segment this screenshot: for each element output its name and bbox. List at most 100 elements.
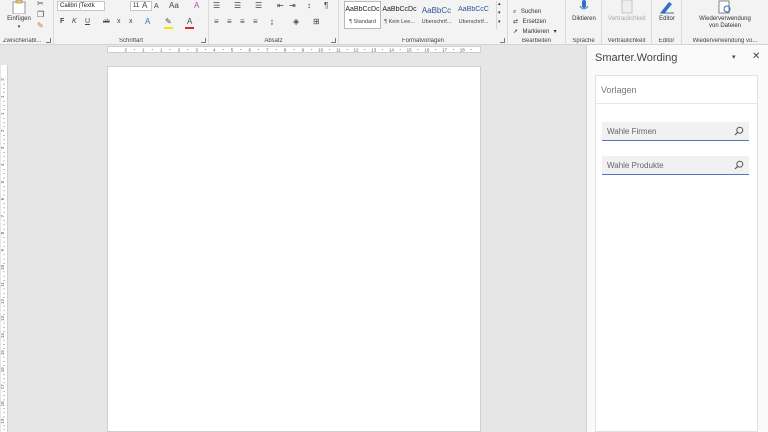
ruler-tick-label: 5	[231, 48, 234, 53]
ruler-tick-label: 15	[1, 350, 5, 356]
pane-options-icon[interactable]: ▾	[732, 53, 736, 61]
products-search-placeholder: Wahle Produkte	[607, 161, 664, 170]
ruler-tick-mark	[3, 297, 5, 298]
style-heading-2[interactable]: AaBbCcC Überschrif...	[455, 1, 492, 29]
select-dropdown-icon: ▾	[553, 29, 557, 35]
sensitivity-group-label: Vertraulichkeit	[607, 38, 646, 44]
horizontal-ruler[interactable]: 2 1 1 2 3 4 5 6 7 8 9 10 11 12 13 14 15 16 17 18	[107, 46, 481, 53]
shrink-font-icon[interactable]: A	[154, 3, 159, 11]
styles-down-icon[interactable]: ▾	[498, 10, 501, 16]
bullets-icon[interactable]: ☰	[213, 2, 220, 10]
clipboard-launcher-icon[interactable]	[46, 38, 51, 43]
style-sample: AaBbCcC	[458, 6, 489, 13]
paste-dropdown-icon[interactable]: ▾	[4, 24, 34, 30]
ruler-tick-label: 6	[1, 197, 5, 200]
vertical-ruler[interactable]: 2112345678910111213141516171819	[1, 65, 8, 432]
superscript-icon[interactable]: x	[129, 18, 133, 26]
show-formatting-icon[interactable]: ¶	[324, 2, 328, 10]
editor-label: Editor	[659, 16, 675, 22]
clear-format-icon[interactable]: A	[194, 2, 199, 10]
ruler-tick-mark	[3, 152, 5, 153]
search-icon[interactable]	[734, 160, 744, 170]
subscript-icon[interactable]: x	[117, 18, 121, 26]
ruler-tick-mark	[240, 49, 242, 50]
ruler-tick-label: 12	[1, 298, 5, 304]
ruler-tick-label: 1	[1, 112, 5, 115]
editor-button[interactable]: Editor	[652, 0, 682, 34]
ruler-tick-mark	[3, 258, 5, 260]
multilevel-list-icon[interactable]: ☰	[255, 2, 262, 10]
ruler-tick-label: 4	[1, 163, 5, 166]
sensitivity-button[interactable]: Vertraulichkeit	[602, 0, 652, 34]
borders-icon[interactable]: ⊞	[313, 18, 320, 26]
paragraph-launcher-icon[interactable]	[331, 38, 336, 43]
style-name: ¶ Standard	[349, 19, 376, 25]
change-case-icon[interactable]: Aa	[169, 2, 179, 10]
styles-up-icon[interactable]: ▴	[498, 1, 501, 7]
justify-icon[interactable]: ≡	[253, 18, 258, 26]
bold-icon[interactable]: F	[60, 18, 64, 26]
ruler-tick-mark	[3, 382, 5, 384]
style-sample: AaBbCcDc	[345, 6, 380, 13]
ruler-tick-mark	[3, 361, 5, 362]
paste-button[interactable]: Einfügen ▾	[4, 0, 34, 34]
font-color-icon[interactable]: A	[187, 18, 192, 26]
style-no-spacing[interactable]: AaBbCcDc ¶ Kein Lee...	[381, 1, 418, 29]
ruler-tick-label: 14	[389, 48, 395, 53]
ruler-tick-label: 8	[1, 231, 5, 234]
microphone-icon	[579, 0, 589, 10]
align-right-icon[interactable]: ≡	[240, 18, 245, 26]
style-heading-1[interactable]: AaBbCc Überschrif...	[418, 1, 455, 29]
underline-icon[interactable]: U	[85, 18, 90, 26]
pane-close-icon[interactable]: ✕	[752, 51, 760, 62]
editing-group-label: Bearbeiten	[521, 38, 552, 44]
paste-label: Einfügen	[7, 16, 31, 22]
ruler-tick-label: 15	[407, 48, 413, 53]
section-title: Vorlagen	[601, 85, 637, 95]
strikethrough-icon[interactable]: ab	[103, 18, 110, 26]
search-icon[interactable]	[734, 126, 744, 136]
ruler-tick-label: 5	[1, 180, 5, 183]
ruler-tick-mark	[3, 322, 5, 324]
word-window: Einfügen ▾ ✂ ❐ ✎ Zwischenabl... Calibri …	[0, 0, 768, 432]
highlight-icon[interactable]: ✎	[165, 18, 172, 26]
document-page[interactable]	[107, 66, 481, 432]
style-standard[interactable]: AaBbCcDc ¶ Standard	[344, 1, 381, 29]
ruler-tick-mark	[3, 429, 5, 431]
ruler-tick-mark	[3, 395, 5, 396]
grow-font-icon[interactable]: A	[142, 2, 147, 10]
numbering-icon[interactable]: ☰	[234, 2, 241, 10]
font-launcher-icon[interactable]	[201, 38, 206, 43]
copy-icon[interactable]: ❐	[37, 11, 44, 19]
line-spacing-icon[interactable]: ↨	[270, 18, 274, 26]
styles-more-icon[interactable]: ▾	[498, 19, 501, 25]
companies-search-field[interactable]: Wahle Firmen	[602, 122, 749, 141]
editing-group: ⌕ Suchen ⇄ Ersetzen ➚ Markieren ▾ Bearbe…	[508, 0, 566, 45]
select-button[interactable]: ➚ Markieren ▾	[513, 20, 557, 38]
font-name-dropdown[interactable]: Calibri (Textk	[57, 1, 105, 11]
text-effects-icon[interactable]: A	[145, 18, 150, 26]
cut-icon[interactable]: ✂	[37, 0, 44, 8]
italic-icon[interactable]: K	[72, 18, 77, 26]
pane-title: Smarter.Wording	[595, 52, 678, 64]
styles-launcher-icon[interactable]	[500, 38, 505, 43]
ruler-tick-mark	[293, 49, 295, 50]
decrease-indent-icon[interactable]: ⇤	[277, 2, 284, 10]
sort-icon[interactable]: ↕	[307, 2, 311, 10]
shading-icon[interactable]: ◈	[293, 18, 299, 26]
ruler-tick-label: 1	[160, 48, 163, 53]
reuse-files-button[interactable]: Wiederverwendung von Dateien	[682, 0, 768, 34]
ruler-tick-mark	[417, 49, 419, 50]
ruler-tick-label: 8	[284, 48, 287, 53]
format-painter-icon[interactable]: ✎	[37, 22, 44, 30]
increase-indent-icon[interactable]: ⇥	[289, 2, 296, 10]
dictate-button[interactable]: Diktieren	[566, 0, 602, 34]
align-center-icon[interactable]: ≡	[227, 18, 232, 26]
styles-scroll[interactable]: ▴ ▾ ▾	[496, 1, 505, 29]
align-left-icon[interactable]: ≡	[214, 18, 219, 26]
font-size-dropdown[interactable]: 11	[130, 1, 152, 11]
ruler-tick-mark	[346, 49, 348, 50]
sensitivity-label: Vertraulichkeit	[608, 16, 646, 22]
products-search-field[interactable]: Wahle Produkte	[602, 156, 749, 175]
sensitivity-icon	[621, 0, 633, 14]
